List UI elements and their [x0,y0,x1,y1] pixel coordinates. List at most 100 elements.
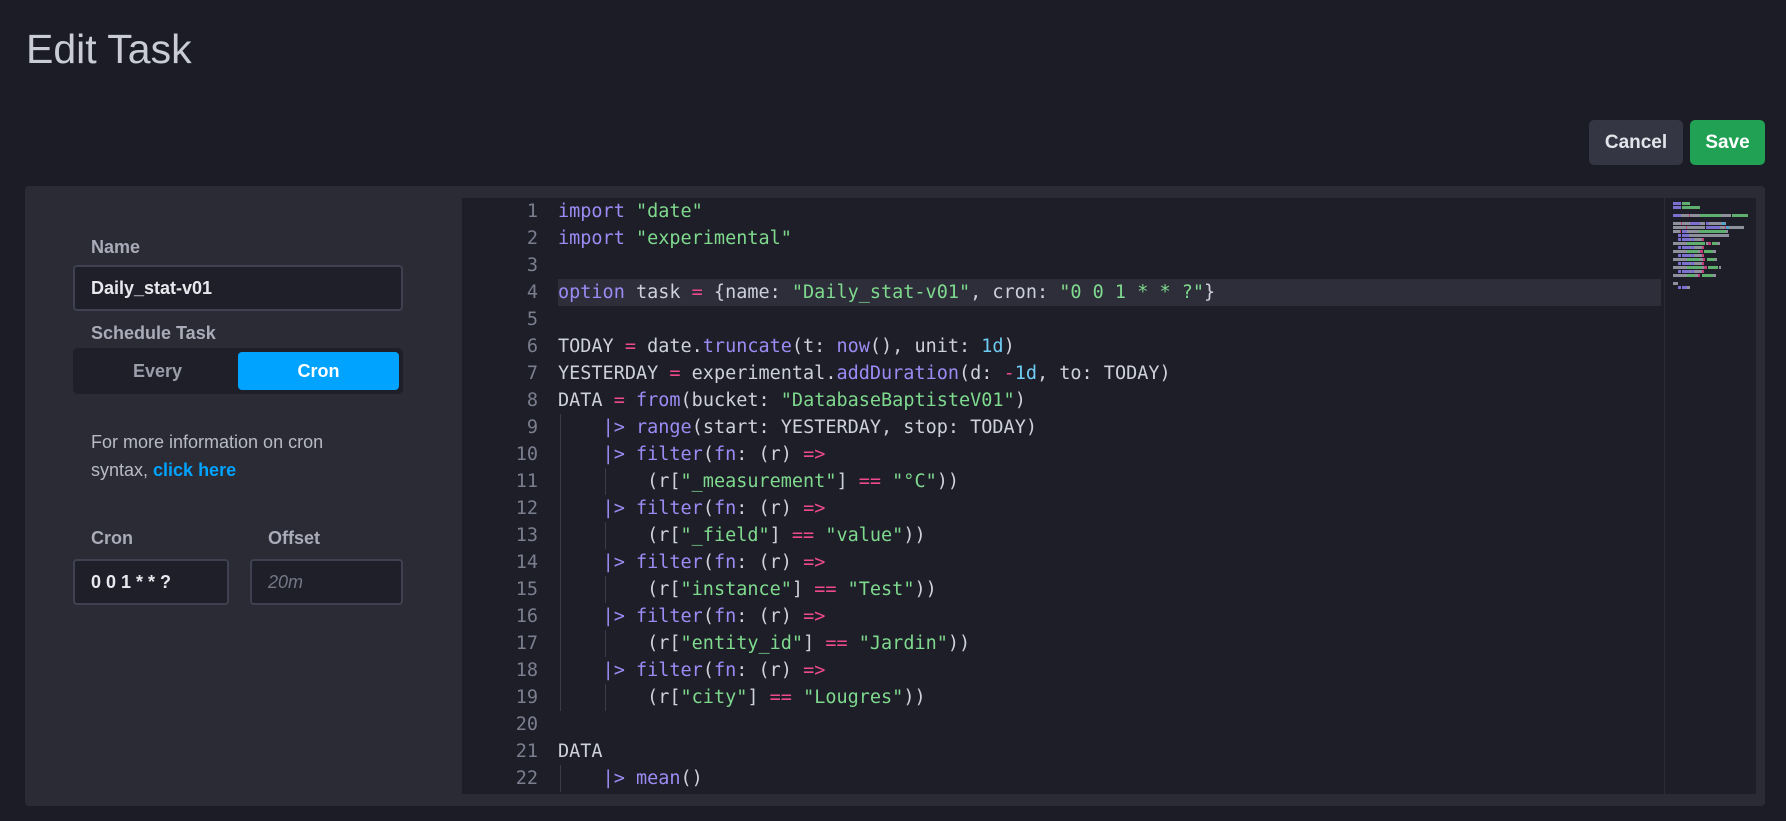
code-token: } [1204,282,1216,303]
code-minimap[interactable] [1664,198,1756,794]
minimap-token [1708,242,1711,245]
code-token: "entity_id" [680,633,804,654]
minimap-token [1725,222,1727,225]
code-token: DATA [558,741,603,762]
minimap-token [1704,250,1714,253]
minimap-token [1687,286,1690,289]
code-token: filter [635,552,703,573]
minimap-token [1678,262,1681,265]
offset-input[interactable]: 20m [250,559,403,605]
schedule-every-option[interactable]: Every [77,352,238,390]
code-token: "city" [680,687,748,708]
line-number: 10 [515,444,538,465]
cron-info-link[interactable]: click here [153,460,236,480]
code-line: |> filter(fn: (r) => [558,495,826,522]
code-token: )) [914,579,937,600]
minimap-token [1673,266,1688,269]
code-line: TODAY = date.truncate(t: now(), unit: 1d… [558,333,1015,360]
minimap-token [1713,274,1716,277]
code-area[interactable]: import "date" import "experimental" option… [558,198,1661,794]
minimap-token [1678,270,1681,273]
name-label: Name [91,237,141,257]
minimap-token [1678,286,1681,289]
code-line: import "date" [558,198,703,225]
code-token: |> [602,444,625,465]
minimap-token [1718,266,1722,269]
code-token: option [558,282,625,303]
code-line: (r["entity_id"] == "Jardin")) [558,630,970,657]
code-token: from [635,390,681,411]
code-token: fn [713,606,737,627]
minimap-token [1682,222,1690,225]
minimap-token [1678,254,1681,257]
code-token: == [825,633,848,654]
code-token: TODAY [558,336,625,357]
line-number: 7 [526,363,538,384]
code-token: 1d [981,336,1004,357]
task-edit-panel: Name Daily_stat-v01 Schedule Task Every … [25,186,1765,806]
code-token: DATA [558,390,614,411]
code-line: (r["_measurement"] == "°C")) [558,468,959,495]
minimap-token [1682,202,1690,205]
minimap-token [1700,214,1722,217]
code-token: "experimental" [635,228,792,249]
code-token: => [803,552,826,573]
code-token: "Jardin" [858,633,948,654]
code-token: - [1003,363,1015,384]
code-token: "_field" [680,525,770,546]
code-line: |> mean() [558,765,703,792]
code-token: => [803,444,826,465]
minimap-token [1682,206,1701,209]
code-token: addDuration [836,363,959,384]
minimap-token [1682,246,1690,249]
line-number: 19 [515,687,538,708]
code-token: (t: [791,336,837,357]
task-name-input[interactable]: Daily_stat-v01 [73,265,403,311]
save-button[interactable]: Save [1690,120,1765,165]
cancel-button[interactable]: Cancel [1589,120,1683,165]
cron-info-text: For more information on cron syntax, cli… [91,428,351,484]
code-line: YESTERDAY = experimental.addDuration(d: … [558,360,1171,387]
code-token: import [558,228,625,249]
code-token: ( [702,444,714,465]
code-token: |> [602,606,625,627]
schedule-cron-option[interactable]: Cron [238,352,399,390]
minimap-token [1713,250,1716,253]
minimap-token [1693,254,1702,257]
minimap-token [1673,206,1681,209]
code-token: = [669,363,681,384]
code-token: 1d [1014,363,1037,384]
minimap-token [1687,250,1698,253]
code-line: |> filter(fn: (r) => [558,657,826,684]
code-line: (r["instance"] == "Test")) [558,576,937,603]
minimap-token [1706,258,1715,261]
line-number: 17 [515,633,538,654]
code-token: truncate [702,336,792,357]
code-token: "_measurement" [680,471,837,492]
minimap-token [1728,226,1745,229]
minimap-token [1679,230,1681,233]
code-token: "Lougres" [803,687,904,708]
line-number: 6 [526,336,538,357]
minimap-token [1680,214,1689,217]
minimap-token [1717,242,1720,245]
indent-guide [604,576,606,603]
code-token: date. [635,336,703,357]
code-token: "date" [635,201,703,222]
minimap-token [1709,222,1723,225]
cron-input[interactable]: 0 0 1 * * ? [73,559,229,605]
minimap-token [1682,262,1690,265]
minimap-token [1693,246,1702,249]
indent-guide [604,522,606,549]
flux-code-editor[interactable]: 1 2 3 4 5 6 7 8 9 10 11 12 13 14 15 16 17 18 19 20 21 22 impo… [462,198,1756,794]
line-number: 9 [526,417,538,438]
code-token: |> [602,660,625,681]
